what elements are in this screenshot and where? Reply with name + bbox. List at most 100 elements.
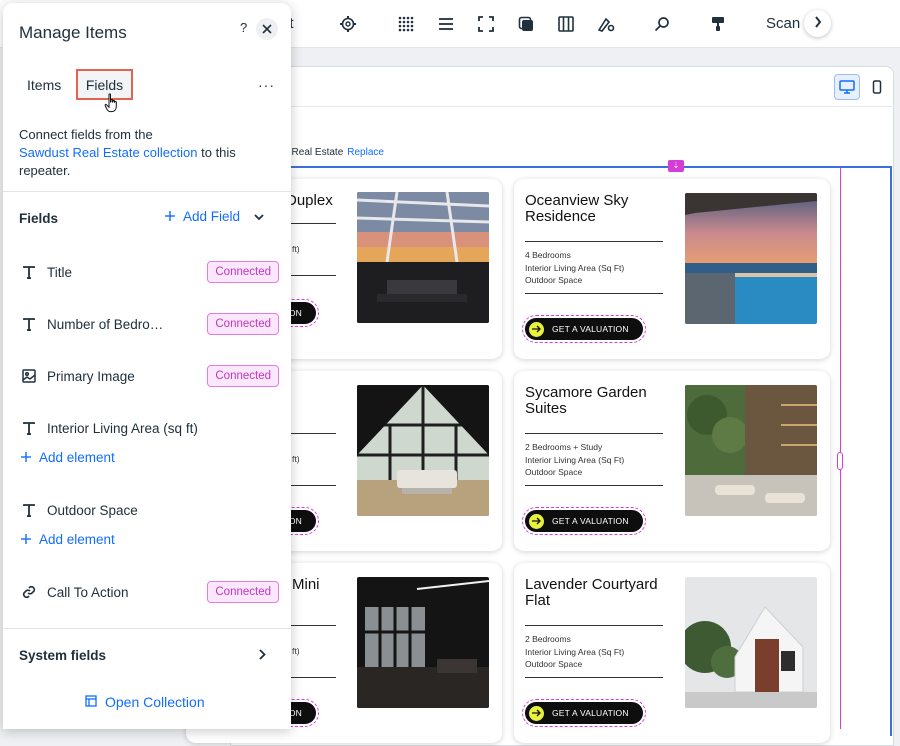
search-icon[interactable] (650, 12, 674, 36)
scan-label[interactable]: Scan (766, 15, 800, 32)
card-cta-button[interactable]: GET A VALUATION (522, 315, 646, 343)
repeater-card[interactable]: Oceanview Sky Residence 4 Bedrooms Inter… (514, 179, 830, 359)
collection-link[interactable]: Sawdust Real Estate collection (19, 145, 197, 160)
arrow-right-icon (529, 513, 544, 529)
guide-line (840, 168, 841, 729)
plus-icon (21, 532, 31, 547)
card-details: ft) (292, 453, 300, 466)
layers-icon[interactable] (514, 12, 538, 36)
card-photo-aframe[interactable] (357, 385, 489, 516)
cta-label: GET A VALUATION (552, 708, 629, 718)
field-label: Call To Action (47, 584, 129, 600)
connected-badge[interactable]: Connected (207, 581, 279, 603)
field-row-interior-area[interactable]: Interior Living Area (sq ft) (21, 415, 279, 441)
card-photo-lavender[interactable] (685, 577, 817, 708)
arrow-right-icon (529, 705, 544, 721)
help-icon[interactable]: ? (240, 20, 247, 35)
card-photo-penthouse[interactable] (357, 192, 489, 323)
add-element-label: Add element (39, 450, 115, 465)
grid-icon[interactable] (394, 12, 418, 36)
add-field-button[interactable]: Add Field (165, 209, 264, 224)
card-detail: 2 Bedrooms (525, 634, 571, 644)
canvas-divider (230, 106, 894, 107)
design-icon[interactable] (594, 12, 618, 36)
card-rule (286, 433, 336, 434)
system-fields-heading[interactable]: System fields (19, 648, 106, 663)
chevron-right-icon[interactable] (259, 647, 266, 665)
dataset-replace-link[interactable]: Replace (347, 147, 384, 158)
card-details: ft) (292, 645, 300, 658)
cta-label: GET A VALUATION (552, 324, 629, 334)
arrow-right-icon (529, 321, 544, 337)
card-detail: Interior Living Area (Sq Ft) (525, 646, 625, 657)
paint-icon[interactable] (706, 12, 730, 36)
gear-icon[interactable] (336, 12, 360, 36)
dataset-chip[interactable]: t Real Estate Replace (280, 143, 390, 161)
card-rule (525, 293, 663, 294)
columns-icon[interactable] (554, 12, 578, 36)
repeater-card[interactable]: Sycamore Garden Suites 2 Bedrooms + Stud… (514, 371, 830, 551)
card-photo-oceanview[interactable] (685, 193, 817, 324)
field-label: Outdoor Space (47, 502, 138, 518)
resize-handle[interactable] (837, 452, 843, 470)
card-detail: ft) (292, 244, 300, 254)
fields-heading: Fields (19, 211, 59, 226)
card-rule (286, 625, 336, 626)
card-details: 4 Bedrooms Interior Living Area (Sq Ft) … (525, 249, 624, 287)
toolbar-next-button[interactable] (804, 10, 831, 37)
card-cta-button[interactable]: GET A VALUATION (522, 699, 646, 727)
card-details: 2 Bedrooms Interior Living Area (Sq Ft) … (525, 633, 624, 671)
fullscreen-icon[interactable] (474, 12, 498, 36)
tab-items[interactable]: Items (27, 77, 61, 93)
mobile-icon[interactable] (864, 74, 890, 100)
more-options-icon[interactable]: ··· (258, 77, 275, 93)
desktop-icon[interactable] (834, 74, 860, 100)
field-row-outdoor-space[interactable]: Outdoor Space (21, 497, 279, 523)
tab-fields-label: Fields (85, 76, 124, 93)
card-detail: 2 Bedrooms + Study (525, 442, 603, 452)
field-row-bedrooms[interactable]: Number of Bedro… Connected (21, 311, 279, 337)
chevron-right-icon (814, 15, 822, 33)
card-photo-loft[interactable] (357, 577, 489, 708)
card-detail: ft) (292, 454, 300, 464)
card-rule (525, 241, 663, 242)
add-field-label: Add Field (183, 209, 241, 224)
field-label: Interior Living Area (sq ft) (47, 420, 198, 436)
card-rule (525, 485, 663, 486)
card-detail: Outdoor Space (525, 467, 583, 477)
link-icon (21, 584, 37, 600)
connected-badge[interactable]: Connected (207, 365, 279, 387)
add-element-button[interactable]: Add element (21, 532, 115, 547)
connected-badge[interactable]: Connected (207, 261, 279, 283)
chevron-down-icon[interactable] (254, 209, 264, 224)
card-rule (286, 275, 336, 276)
card-cta-button[interactable]: GET A VALUATION (522, 507, 646, 535)
field-row-title[interactable]: Title Connected (21, 259, 279, 285)
card-photo-sycamore[interactable] (685, 385, 817, 516)
manage-items-panel: Manage Items ? Items Fields ··· Connect … (3, 3, 291, 729)
repeater-card[interactable]: Lavender Courtyard Flat 2 Bedrooms Inter… (514, 563, 830, 743)
cta-label: GET A VALUATION (552, 516, 629, 526)
field-label: Primary Image (47, 368, 135, 384)
divider (3, 191, 291, 192)
add-element-button[interactable]: Add element (21, 450, 115, 465)
field-label: Title (47, 264, 73, 280)
text-icon (21, 264, 37, 280)
panel-title: Manage Items (19, 23, 127, 42)
card-title: Oceanview Sky Residence (525, 192, 629, 225)
plus-icon (21, 450, 31, 465)
card-rule (286, 223, 336, 224)
close-icon[interactable] (256, 18, 278, 40)
open-collection-button[interactable]: Open Collection (85, 694, 205, 710)
card-rule (525, 677, 663, 678)
connected-badge[interactable]: Connected (207, 313, 279, 335)
field-row-call-to-action[interactable]: Call To Action Connected (21, 579, 279, 605)
card-details: 2 Bedrooms + Study Interior Living Area … (525, 441, 624, 479)
card-rule (525, 625, 663, 626)
menu-icon[interactable] (434, 12, 458, 36)
text-icon (21, 316, 37, 332)
connect-description: Connect fields from the Sawdust Real Est… (19, 126, 277, 180)
download-icon[interactable]: ⇣ (668, 160, 684, 172)
plus-icon (165, 209, 175, 224)
field-row-primary-image[interactable]: Primary Image Connected (21, 363, 279, 389)
